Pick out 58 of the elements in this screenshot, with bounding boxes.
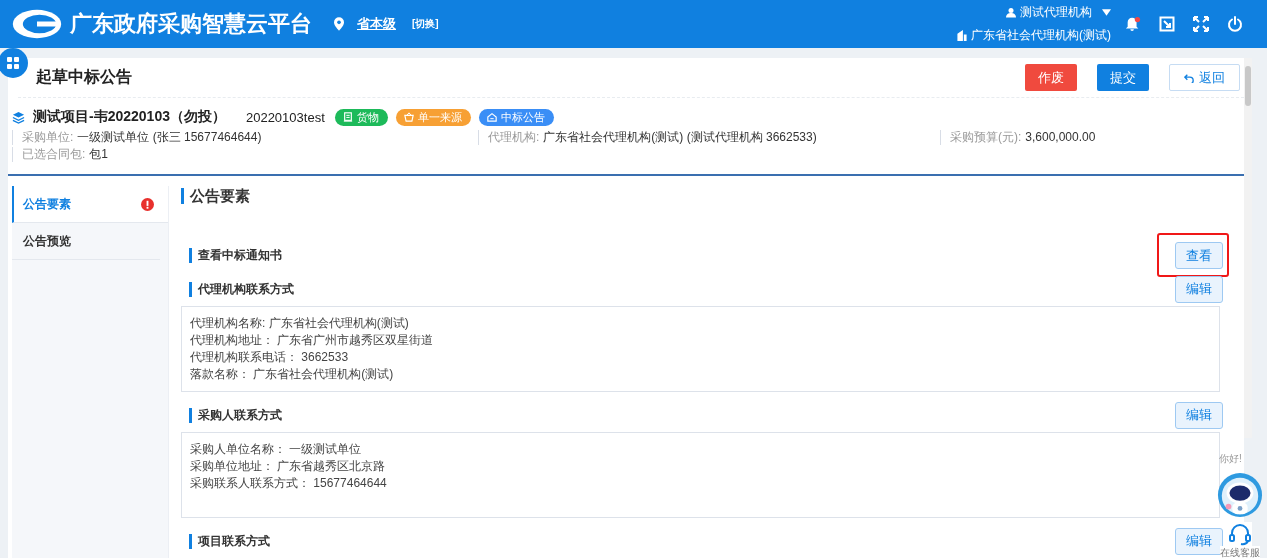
info-line: 代理机构地址： 广东省广州市越秀区双星街道	[190, 332, 435, 349]
scrollbar[interactable]	[1244, 58, 1252, 438]
section-title: 公告要素	[181, 188, 1232, 204]
switch-link[interactable]: [切换]	[412, 17, 439, 31]
field-label: 代理机构:	[488, 130, 540, 144]
project-code: 20220103test	[245, 109, 325, 125]
tag: 货物	[334, 108, 388, 126]
location-pin-icon	[334, 17, 344, 31]
field-value: 3,600,000.00	[1025, 130, 1096, 144]
menu-button[interactable]	[0, 48, 28, 78]
logo-icon	[12, 9, 62, 39]
field-label: 采购单位:	[22, 130, 74, 144]
edit-button[interactable]: 编辑	[1175, 275, 1223, 303]
void-button[interactable]: 作废	[1025, 64, 1077, 91]
page-title: 起草中标公告	[36, 67, 132, 87]
region-link[interactable]: 省本级	[357, 15, 396, 33]
info-line: 采购联系人联系方式： 15677464644	[190, 475, 388, 492]
field-label: 采购预算(元):	[950, 130, 1022, 144]
return-arrow-icon	[1184, 72, 1194, 83]
project-name: 测试项目-韦20220103（勿投）	[33, 108, 226, 126]
organization-name: 广东省社会代理机构(测试)	[971, 27, 1111, 44]
window-icon[interactable]	[1159, 16, 1175, 32]
grid-icon	[7, 57, 19, 69]
back-button[interactable]: 返回	[1169, 64, 1240, 91]
view-button[interactable]: 查看	[1175, 242, 1223, 269]
user-name[interactable]: 测试代理机构	[1020, 4, 1092, 21]
sidebar-item[interactable]: 公告预览	[12, 223, 160, 260]
user-icon	[1006, 7, 1016, 18]
subsection-title: 项目联系方式	[189, 533, 270, 549]
greeting-text: 你好!	[1219, 452, 1242, 466]
submit-button[interactable]: 提交	[1097, 64, 1149, 91]
tag: 单一来源	[395, 108, 471, 126]
layers-icon	[12, 110, 25, 124]
power-icon[interactable]	[1227, 16, 1243, 32]
document-icon	[342, 112, 353, 122]
field-label: 已选合同包:	[22, 147, 86, 161]
subsection-title: 采购人联系方式	[189, 407, 282, 423]
platform-title: 广东政府采购智慧云平台	[70, 10, 312, 38]
info-line: 代理机构名称: 广东省社会代理机构(测试)	[190, 315, 410, 332]
sidebar-item[interactable]: 公告要素	[12, 186, 168, 223]
support-label[interactable]: 在线客服	[1220, 546, 1260, 558]
subsection-title: 代理机构联系方式	[189, 281, 294, 297]
field-value: 一级测试单位 (张三 15677464644)	[77, 130, 262, 144]
dropdown-caret-icon	[1102, 9, 1111, 16]
house-icon	[486, 112, 497, 122]
tag: 中标公告	[478, 108, 554, 126]
info-line: 落款名称： 广东省社会代理机构(测试)	[190, 366, 395, 383]
fullscreen-icon[interactable]	[1193, 16, 1209, 32]
info-line: 代理机构联系电话： 3662533	[190, 349, 350, 366]
bell-icon[interactable]	[1125, 16, 1141, 32]
basket-icon	[403, 112, 414, 122]
subsection-title: 查看中标通知书	[189, 247, 282, 263]
field-value: 广东省社会代理机构(测试) (测试代理机构 3662533)	[543, 130, 817, 144]
info-line: 采购单位地址： 广东省越秀区北京路	[190, 458, 387, 475]
edit-button[interactable]: 编辑	[1175, 401, 1223, 429]
info-line: 采购人单位名称： 一级测试单位	[190, 441, 363, 458]
field-value: 包1	[89, 147, 109, 161]
building-icon	[957, 30, 967, 41]
